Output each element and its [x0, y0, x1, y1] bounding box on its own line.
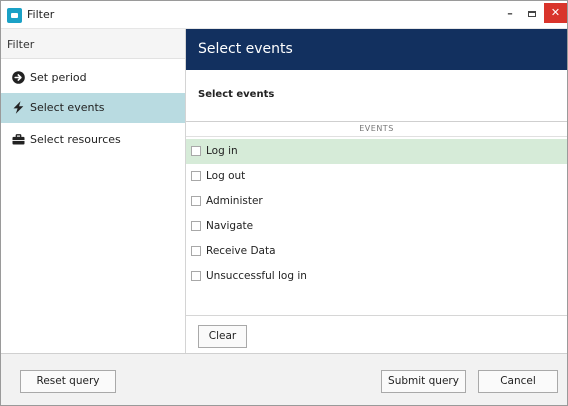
- event-checkbox[interactable]: [191, 246, 201, 256]
- event-label: Receive Data: [206, 245, 276, 257]
- briefcase-icon: [12, 134, 25, 145]
- filter-window: Filter – ✕ Filter Set period Select even…: [0, 0, 568, 406]
- sidebar-item-label: Select events: [30, 101, 105, 114]
- arrow-circle-right-icon: [12, 71, 25, 84]
- event-label: Unsuccessful log in: [206, 270, 307, 282]
- events-panel: Select events Select events EVENTS Log i…: [186, 29, 567, 353]
- reset-query-button[interactable]: Reset query: [20, 370, 116, 393]
- cancel-button[interactable]: Cancel: [478, 370, 558, 393]
- event-label: Log in: [206, 145, 238, 157]
- event-checkbox[interactable]: [191, 171, 201, 181]
- sidebar-item-set-period[interactable]: Set period: [1, 63, 185, 93]
- sidebar-header-label: Filter: [7, 38, 35, 51]
- submit-query-button[interactable]: Submit query: [381, 370, 466, 393]
- close-button[interactable]: ✕: [544, 3, 567, 23]
- sidebar-item-label: Select resources: [30, 133, 121, 146]
- event-row-navigate[interactable]: Navigate: [186, 214, 567, 239]
- event-checkbox[interactable]: [191, 271, 201, 281]
- events-column-header: EVENTS: [186, 121, 567, 137]
- event-label: Log out: [206, 170, 246, 182]
- panel-header: Select events: [186, 29, 567, 70]
- sidebar-item-select-events[interactable]: Select events: [1, 93, 185, 123]
- event-checkbox[interactable]: [191, 146, 201, 156]
- event-row-receive-data[interactable]: Receive Data: [186, 239, 567, 264]
- event-checkbox[interactable]: [191, 196, 201, 206]
- divider: [186, 315, 567, 316]
- filter-sidebar: Filter Set period Select events Select r…: [1, 29, 186, 353]
- app-icon: [7, 8, 22, 23]
- event-label: Administer: [206, 195, 263, 207]
- event-row-log-in[interactable]: Log in: [186, 139, 567, 164]
- event-row-administer[interactable]: Administer: [186, 189, 567, 214]
- minimize-button[interactable]: –: [500, 5, 520, 23]
- event-checkbox[interactable]: [191, 221, 201, 231]
- maximize-button[interactable]: [522, 5, 542, 23]
- event-row-unsuccessful-log-in[interactable]: Unsuccessful log in: [186, 264, 567, 289]
- lightning-bolt-icon: [13, 101, 24, 114]
- sidebar-item-select-resources[interactable]: Select resources: [1, 125, 185, 155]
- dialog-footer: Reset query Submit query Cancel: [1, 353, 567, 405]
- sidebar-header: Filter: [1, 29, 185, 59]
- maximize-icon: [528, 11, 536, 17]
- event-label: Navigate: [206, 220, 254, 232]
- event-row-log-out[interactable]: Log out: [186, 164, 567, 189]
- panel-title: Select events: [198, 41, 293, 57]
- sidebar-item-label: Set period: [30, 71, 87, 84]
- clear-button[interactable]: Clear: [198, 325, 247, 348]
- title-bar: Filter – ✕: [1, 1, 567, 29]
- section-title: Select events: [198, 89, 275, 100]
- window-title: Filter: [27, 8, 55, 21]
